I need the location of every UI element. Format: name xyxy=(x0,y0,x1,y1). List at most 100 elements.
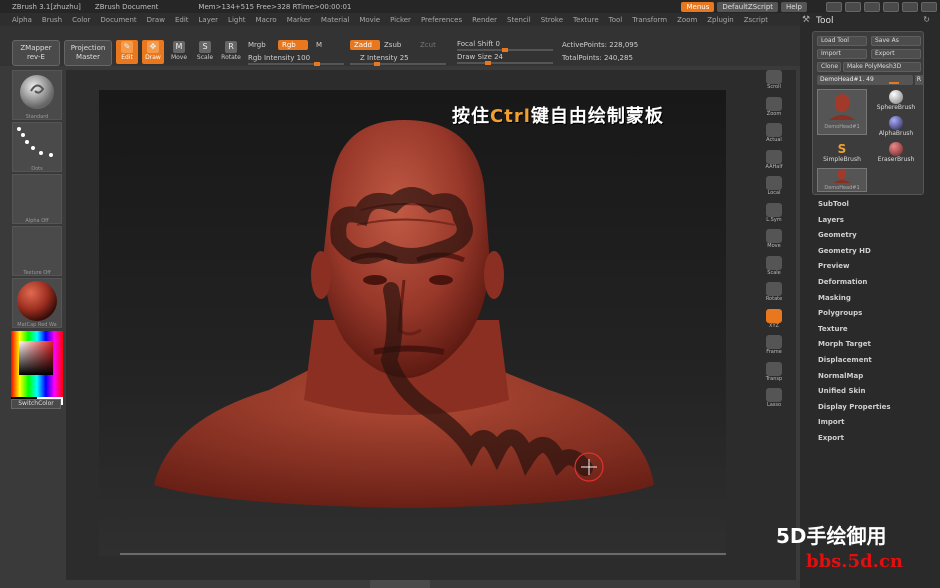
tool-simplebrush[interactable]: S SimpleBrush xyxy=(817,142,867,168)
tool-spherebrush[interactable]: SphereBrush xyxy=(871,90,921,116)
close-icon[interactable] xyxy=(921,1,937,12)
alpha-thumbnail[interactable]: Alpha Off xyxy=(12,174,62,224)
tool-demohead-thumbnail[interactable]: DemoHead#1 xyxy=(817,89,867,135)
draw-button[interactable]: ✥ Draw xyxy=(142,40,164,64)
m-button[interactable]: M xyxy=(316,41,322,49)
menu-layer[interactable]: Layer xyxy=(199,16,219,24)
menu-texture[interactable]: Texture xyxy=(573,16,599,24)
viewport-canvas[interactable] xyxy=(99,90,726,556)
bottom-tray-handle[interactable] xyxy=(370,580,430,588)
subpalette-deformation[interactable]: Deformation xyxy=(818,278,867,286)
mrgb-button[interactable]: Mrgb xyxy=(248,41,266,49)
menu-zplugin[interactable]: Zplugin xyxy=(707,16,733,24)
focal-shift-slider[interactable] xyxy=(457,48,553,52)
subpalette-normalmap[interactable]: NormalMap xyxy=(818,372,863,380)
help-button[interactable]: Help xyxy=(781,1,807,12)
menu-stencil[interactable]: Stencil xyxy=(507,16,531,24)
menus-button[interactable]: Menus xyxy=(681,1,715,12)
subpalette-displacement[interactable]: Displacement xyxy=(818,356,872,364)
refresh-icon[interactable]: ↻ xyxy=(923,15,930,24)
layout-icon[interactable] xyxy=(826,1,842,12)
menu-tool[interactable]: Tool xyxy=(609,16,623,24)
tool-alphabrush[interactable]: AlphaBrush xyxy=(871,116,921,142)
rgb-intensity-slider[interactable] xyxy=(248,62,344,66)
rgb-intensity-knob[interactable] xyxy=(314,62,320,66)
make-polymesh-button[interactable]: Make PolyMesh3D xyxy=(843,62,921,72)
dock-rotate-button[interactable]: Rotate xyxy=(762,282,786,306)
color-picker[interactable] xyxy=(11,331,63,397)
export-tool-button[interactable]: Export xyxy=(871,49,921,59)
menu-transform[interactable]: Transform xyxy=(632,16,667,24)
r-button[interactable]: R xyxy=(915,75,923,85)
menu-zscript[interactable]: Zscript xyxy=(744,16,768,24)
current-tool-knob[interactable] xyxy=(889,82,899,84)
dock-local-button[interactable]: Local xyxy=(762,176,786,200)
subpalette-display-properties[interactable]: Display Properties xyxy=(818,403,891,411)
menu-light[interactable]: Light xyxy=(228,16,245,24)
zcut-button[interactable]: Zcut xyxy=(420,41,436,49)
dock-frame-button[interactable]: Frame xyxy=(762,335,786,359)
tool-eraserbrush[interactable]: EraserBrush xyxy=(871,142,921,168)
dock-scroll-button[interactable]: Scroll xyxy=(762,70,786,94)
menu-color[interactable]: Color xyxy=(72,16,90,24)
menu-marker[interactable]: Marker xyxy=(287,16,311,24)
subpalette-subtool[interactable]: SubTool xyxy=(818,200,849,208)
swap-icon[interactable] xyxy=(845,1,861,12)
subpalette-export[interactable]: Export xyxy=(818,434,844,442)
draw-size-knob[interactable] xyxy=(485,61,491,65)
subpalette-geometry-hd[interactable]: Geometry HD xyxy=(818,247,871,255)
dock-zoom-button[interactable]: Zoom xyxy=(762,96,786,121)
brush-standard-thumbnail[interactable]: Standard xyxy=(12,70,62,120)
subpalette-preview[interactable]: Preview xyxy=(818,262,850,270)
dock-aahalf-button[interactable]: AAHalf xyxy=(762,149,786,174)
menu-render[interactable]: Render xyxy=(472,16,497,24)
switch-color-button[interactable]: SwitchColor xyxy=(11,399,61,409)
menu-movie[interactable]: Movie xyxy=(359,16,380,24)
dock-lasso-button[interactable]: Lasso xyxy=(762,388,786,412)
z-intensity-knob[interactable] xyxy=(374,62,380,66)
dock-move-button[interactable]: Move xyxy=(762,229,786,253)
menu-material[interactable]: Material xyxy=(321,16,349,24)
subpalette-import[interactable]: Import xyxy=(818,418,845,426)
texture-thumbnail[interactable]: Texture Off xyxy=(12,226,62,276)
subpalette-polygroups[interactable]: Polygroups xyxy=(818,309,862,317)
canvas-scrollbar[interactable] xyxy=(120,553,726,555)
stroke-dots-thumbnail[interactable]: Dots xyxy=(12,122,62,172)
menu-brush[interactable]: Brush xyxy=(42,16,62,24)
menu-stroke[interactable]: Stroke xyxy=(541,16,563,24)
scale-button[interactable]: S Scale xyxy=(194,40,216,64)
save-as-button[interactable]: Save As xyxy=(871,36,921,46)
dock-transp-button[interactable]: Transp xyxy=(762,361,786,386)
menu-document[interactable]: Document xyxy=(100,16,136,24)
subpalette-texture[interactable]: Texture xyxy=(818,325,848,333)
color-icon[interactable] xyxy=(864,1,880,12)
menu-macro[interactable]: Macro xyxy=(256,16,277,24)
dock-lsym-button[interactable]: L.Sym xyxy=(762,202,786,227)
default-zscript-button[interactable]: DefaultZScript xyxy=(717,1,779,12)
draw-size-slider[interactable] xyxy=(457,61,553,65)
menu-preferences[interactable]: Preferences xyxy=(421,16,462,24)
zsub-button[interactable]: Zsub xyxy=(384,41,401,49)
minimize-icon[interactable] xyxy=(883,1,899,12)
menu-edit[interactable]: Edit xyxy=(175,16,189,24)
clone-button[interactable]: Clone xyxy=(817,62,841,72)
subpalette-geometry[interactable]: Geometry xyxy=(818,231,857,239)
move-button[interactable]: M Move xyxy=(168,40,190,64)
edit-button[interactable]: ✎ Edit xyxy=(116,40,138,64)
subpalette-masking[interactable]: Masking xyxy=(818,294,851,302)
projection-master-button[interactable]: Projection Master xyxy=(64,40,112,66)
subpalette-unified-skin[interactable]: Unified Skin xyxy=(818,387,866,395)
dock-actual-button[interactable]: Actual xyxy=(762,123,786,147)
subpalette-layers[interactable]: Layers xyxy=(818,216,844,224)
current-tool-slider[interactable]: DemoHead#1. 49 xyxy=(817,75,913,85)
color-picker-square[interactable] xyxy=(19,341,53,375)
dock-scale-button[interactable]: Scale xyxy=(762,255,786,280)
zadd-button[interactable]: Zadd xyxy=(350,40,380,50)
rgb-button[interactable]: Rgb xyxy=(278,40,308,50)
subpalette-morph-target[interactable]: Morph Target xyxy=(818,340,871,348)
tool-demohead-thumbnail-2[interactable]: DemoHead#1 xyxy=(817,168,867,192)
maximize-icon[interactable] xyxy=(902,1,918,12)
import-tool-button[interactable]: Import xyxy=(817,49,867,59)
focal-shift-knob[interactable] xyxy=(502,48,508,52)
load-tool-button[interactable]: Load Tool xyxy=(817,36,867,46)
